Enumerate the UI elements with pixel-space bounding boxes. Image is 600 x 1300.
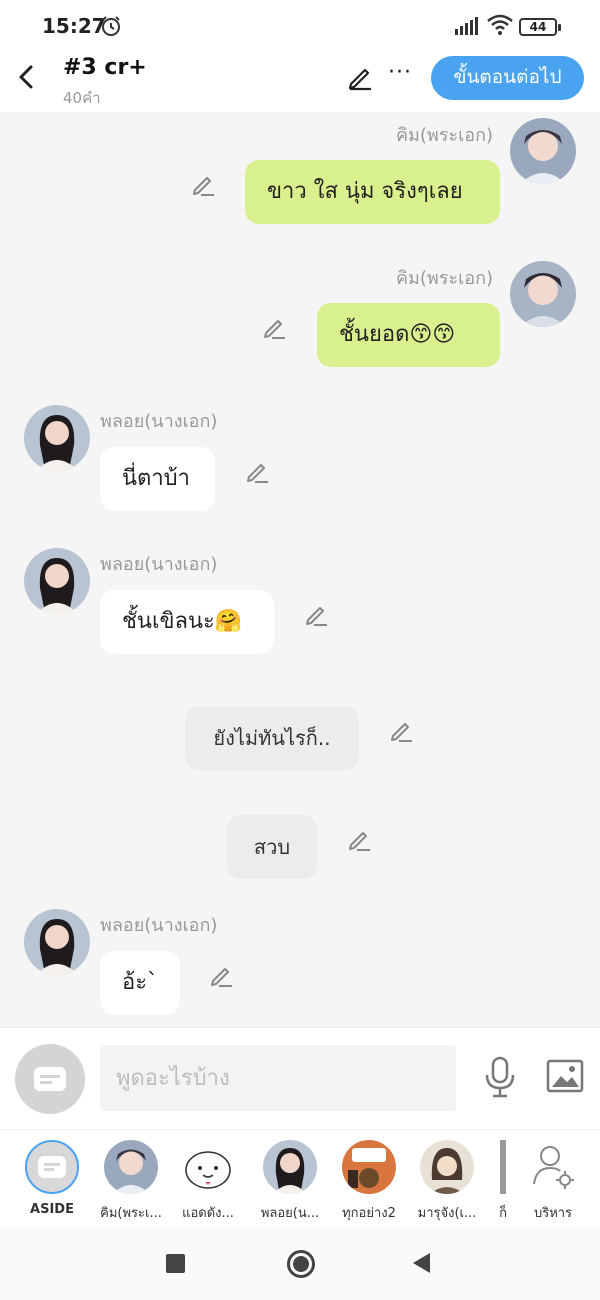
character-label: แอดดัง... [182,1206,234,1221]
manage-characters[interactable]: บริหาร [513,1140,593,1223]
image-icon[interactable] [546,1058,584,1094]
pencil-icon[interactable] [190,171,216,197]
person-settings-icon [526,1140,580,1194]
input-bar [0,1027,600,1129]
avatar [181,1140,235,1194]
aside-toggle-button[interactable] [15,1044,85,1114]
recent-apps-button[interactable] [166,1254,185,1273]
character-label: มารุจัง(เ... [417,1206,477,1221]
character-label: บริหาร [533,1206,573,1221]
chat-bubble-icon [25,1140,79,1194]
pencil-icon[interactable] [346,826,372,852]
system-nav-bar [0,1227,600,1300]
pencil-icon[interactable] [244,458,270,484]
message-bubble[interactable]: ชั้นเขิลนะ🤗 [100,590,274,654]
avatar-ploy[interactable] [24,405,90,471]
message-bubble[interactable]: อ้ะ` [100,951,180,1015]
pencil-icon[interactable] [208,962,234,988]
character-admin[interactable]: แอดดัง... [168,1140,248,1223]
chat-header: #3 cr+ 40คำ ··· ขั้นตอนต่อไป [0,52,600,112]
pencil-icon[interactable] [303,601,329,627]
word-count: 40คำ [63,89,101,107]
avatar [263,1140,317,1194]
avatar-kim[interactable] [510,261,576,327]
speaker-name: พลอย(นางเอก) [100,915,218,936]
back-button[interactable] [413,1253,430,1273]
character-label: พลอย(น... [260,1206,320,1221]
alarm-icon [102,16,120,36]
page-title: #3 cr+ [63,55,147,80]
wifi-icon [487,14,513,35]
avatar [342,1140,396,1194]
avatar [500,1140,506,1194]
next-step-button[interactable]: ขั้นตอนต่อไป [431,56,584,100]
character-ploy[interactable]: พลอย(น... [250,1140,330,1223]
avatar-ploy[interactable] [24,909,90,975]
avatar-ploy[interactable] [24,548,90,614]
message-bubble[interactable]: ชั้นยอด😙😙 [317,303,500,367]
character-bar: ASIDE คิม(พระเ... แอดดัง... พลอย(น... ทุ… [0,1129,600,1227]
battery-icon: 44 [519,18,561,36]
edit-icon[interactable] [346,63,374,91]
speaker-name: คิม(พระเอก) [396,268,494,289]
avatar [420,1140,474,1194]
speaker-name: พลอย(นางเอก) [100,411,218,432]
message-bubble[interactable]: นี่ตาบ้า [100,447,215,511]
home-button[interactable] [287,1250,315,1278]
character-label: ทุกอย่าง2 [342,1206,396,1221]
microphone-icon[interactable] [482,1056,518,1098]
character-aside[interactable]: ASIDE [12,1140,92,1217]
message-input[interactable] [100,1045,456,1111]
pencil-icon[interactable] [388,717,414,743]
speaker-name: พลอย(นางเอก) [100,554,218,575]
avatar-kim[interactable] [510,118,576,184]
signal-icon [455,17,478,35]
speaker-name: คิม(พระเอก) [396,125,494,146]
aside-bubble[interactable]: สวบ [227,815,317,879]
character-label: ASIDE [30,1202,74,1217]
pencil-icon[interactable] [261,314,287,340]
avatar [104,1140,158,1194]
status-time: 15:27 [42,14,106,38]
character-everything2[interactable]: ทุกอย่าง2 [329,1140,409,1223]
message-bubble[interactable]: ขาว ใส นุ่ม จริงๆเลย [245,160,500,224]
chat-area[interactable]: คิม(พระเอก) ขาว ใส นุ่ม จริงๆเลย คิม(พระ… [0,112,600,1027]
character-label: คิม(พระเ... [100,1206,162,1221]
aside-bubble[interactable]: ยังไม่ทันไรก็.. [185,706,359,770]
status-bar: 15:27 44 [0,0,600,52]
character-kim[interactable]: คิม(พระเ... [91,1140,171,1223]
chat-bubble-icon [34,1067,66,1091]
more-options-icon[interactable]: ··· [388,60,412,85]
back-arrow-icon[interactable] [14,62,38,92]
character-maru[interactable]: มารุจัง(เ... [407,1140,487,1223]
